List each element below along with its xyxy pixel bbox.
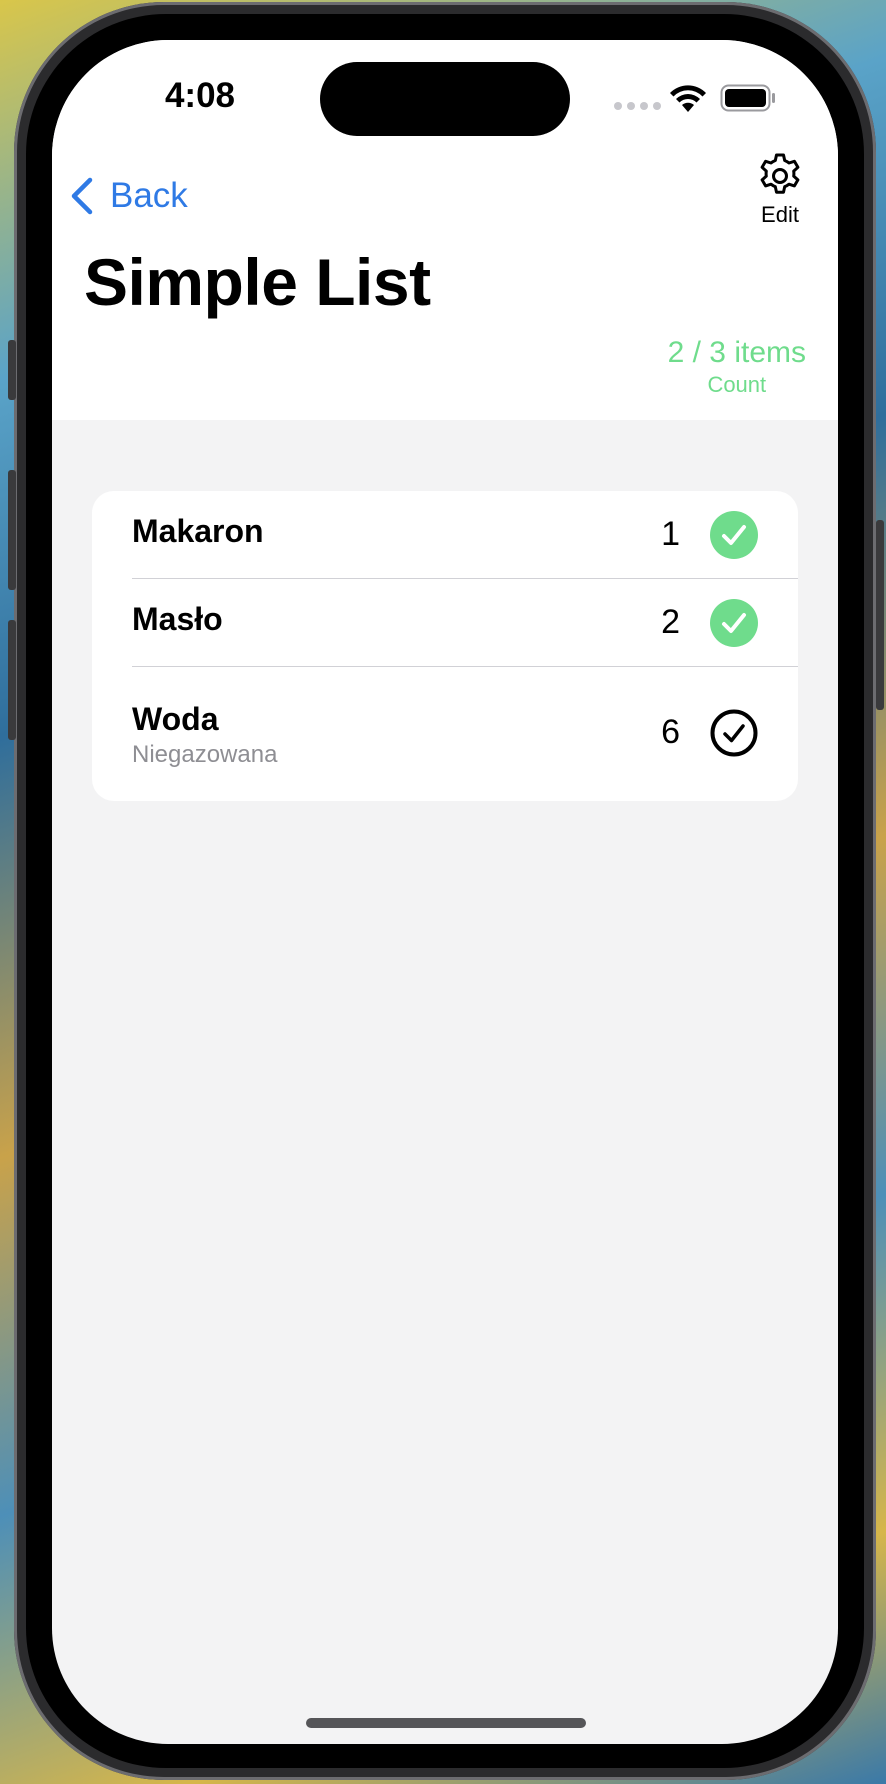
item-title: Masło (132, 601, 223, 637)
list-item[interactable]: Woda Niegazowana 6 (92, 667, 798, 801)
status-bar-time: 4:08 (164, 76, 236, 115)
shopping-list: Makaron 1 Masło 2 Woda Niegazowana 6 (92, 491, 798, 801)
page-title: Simple List (84, 245, 431, 319)
item-count-value: 2 / 3 items (667, 336, 806, 369)
device-power-button (876, 520, 884, 710)
item-subtitle: Niegazowana (132, 741, 278, 768)
gear-icon (760, 153, 800, 194)
navigation-header: 4:08 Back Edit Simple List 2 / 3 items C… (52, 40, 838, 420)
device-volume-down-button (8, 620, 16, 740)
item-quantity: 1 (661, 515, 680, 553)
device-action-button (8, 340, 16, 400)
edit-label: Edit (761, 202, 799, 227)
checkmark-circle-filled-icon[interactable] (710, 599, 758, 647)
edit-button[interactable]: Edit (742, 150, 818, 228)
cellular-signal-icon (614, 102, 661, 110)
list-item[interactable]: Makaron 1 (92, 491, 798, 579)
chevron-left-icon (71, 177, 93, 215)
back-label: Back (110, 176, 188, 215)
list-item[interactable]: Masło 2 (92, 579, 798, 667)
item-title: Makaron (132, 513, 264, 549)
device-volume-up-button (8, 470, 16, 590)
item-quantity: 6 (661, 713, 680, 751)
checkmark-circle-outline-icon[interactable] (710, 709, 758, 757)
checkmark-circle-filled-icon[interactable] (710, 511, 758, 559)
wifi-icon (670, 85, 706, 112)
dynamic-island (320, 62, 570, 136)
battery-icon (720, 84, 775, 112)
item-count-label: Count (707, 372, 767, 397)
back-button[interactable]: Back (68, 170, 188, 222)
item-count: 2 / 3 items Count (668, 336, 806, 398)
item-title: Woda (132, 701, 219, 737)
item-quantity: 2 (661, 603, 680, 641)
home-indicator[interactable] (306, 1718, 586, 1728)
app-screen: 4:08 Back Edit Simple List 2 / 3 items C… (52, 40, 838, 1744)
